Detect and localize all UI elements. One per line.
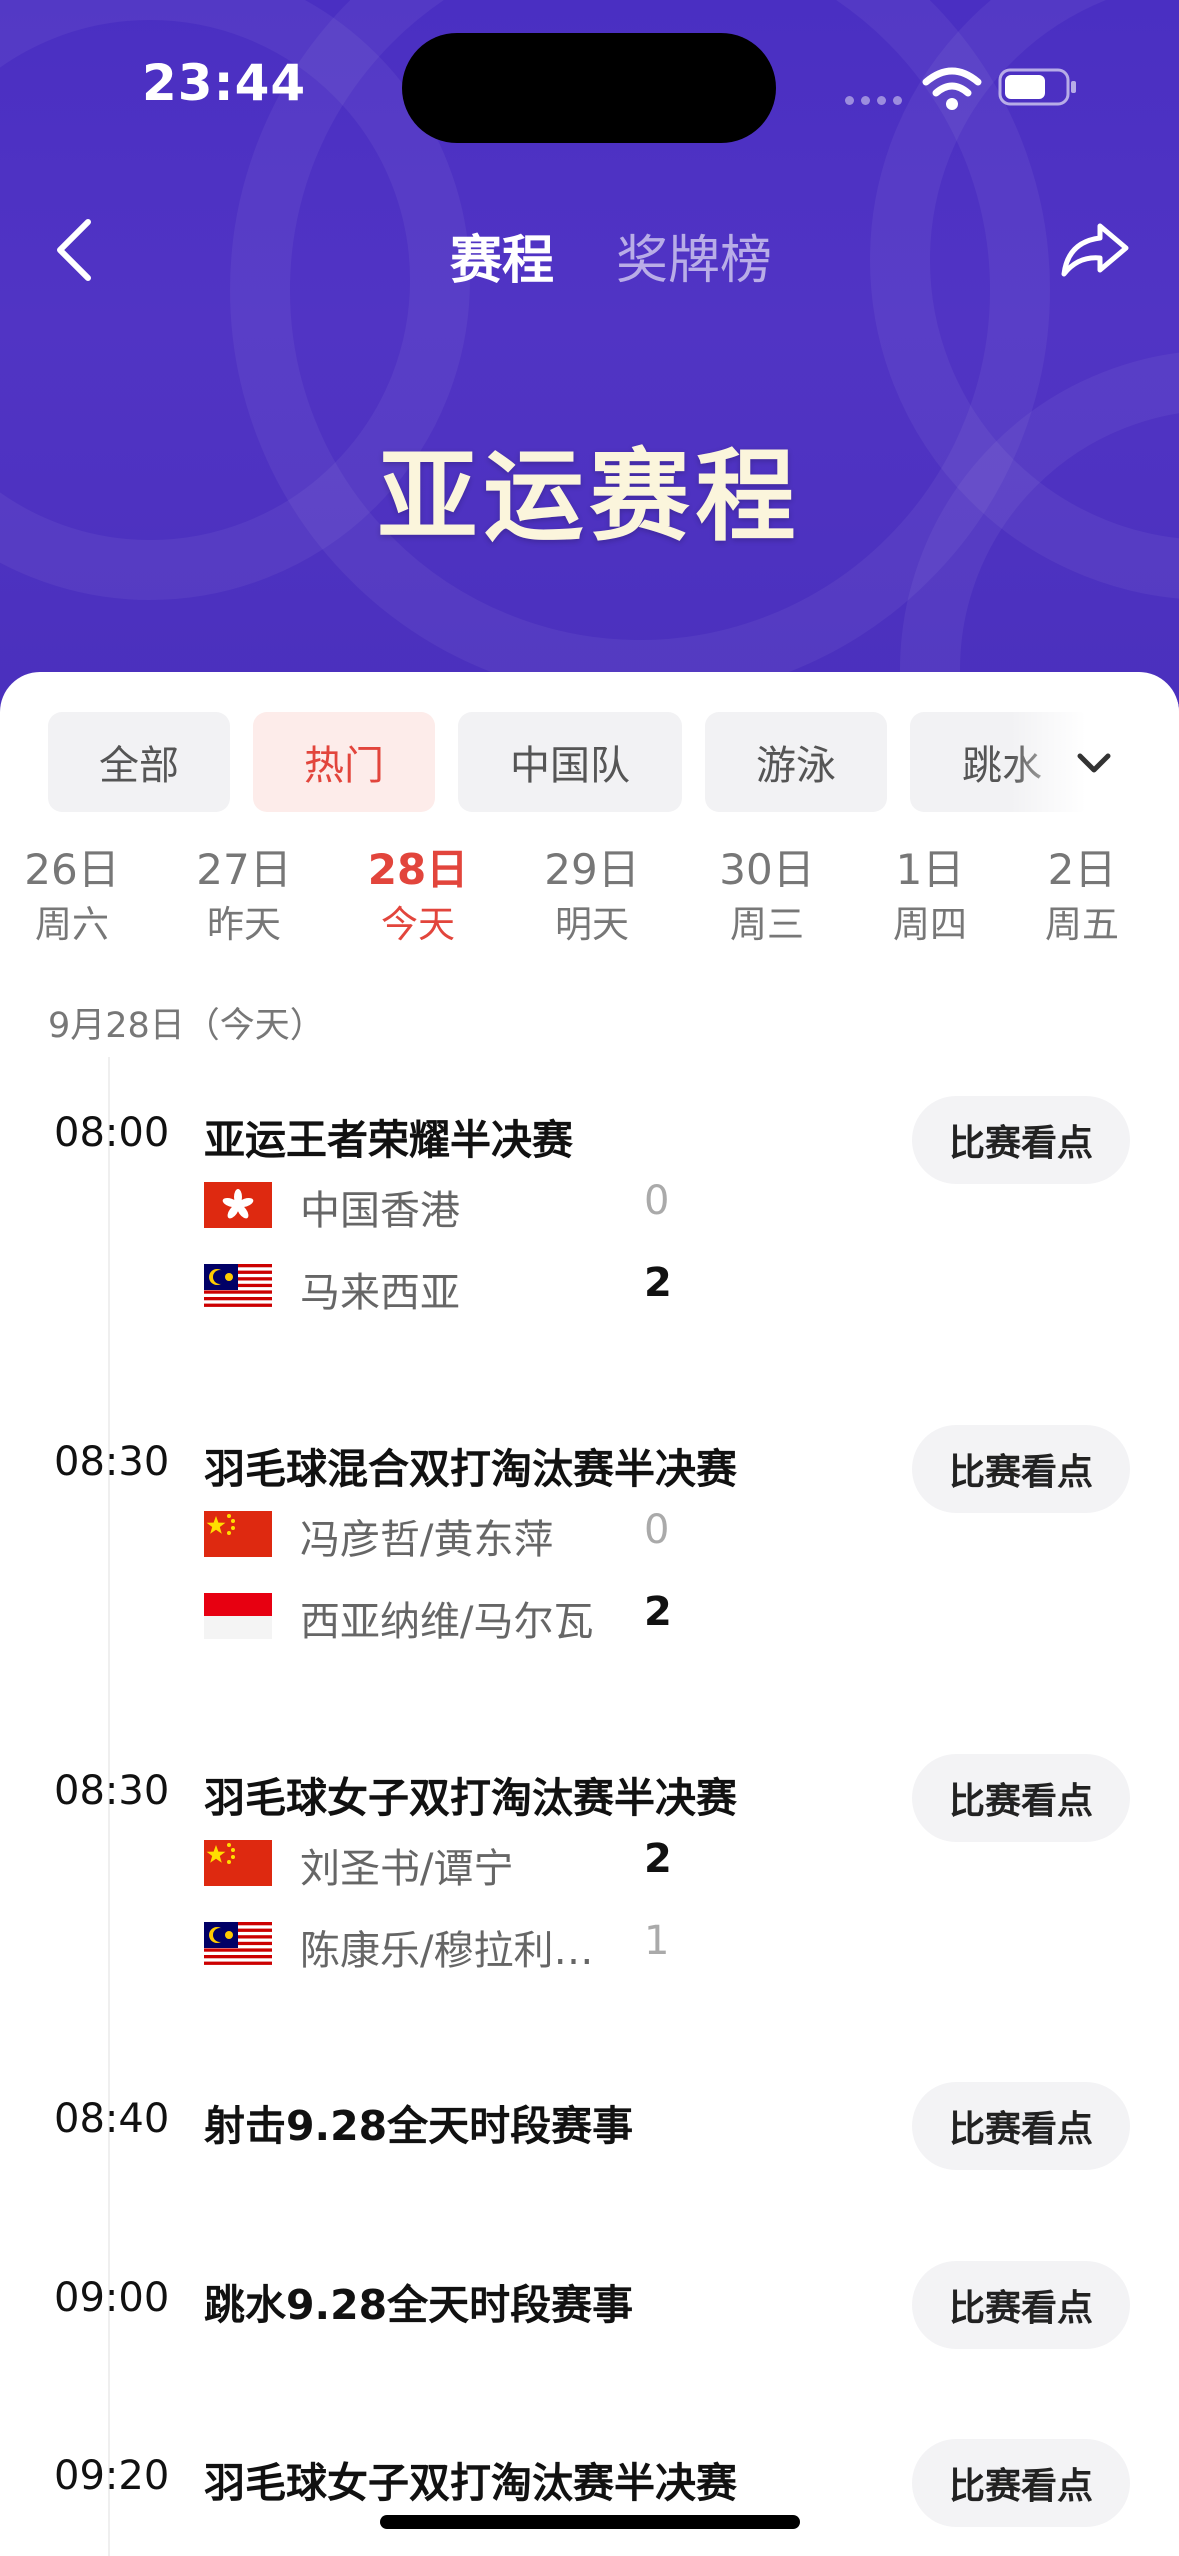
team-row: 马来西亚 2 [204, 1258, 704, 1318]
filter-chip-all[interactable]: 全部 [48, 712, 230, 812]
match-title: 跳水9.28全天时段赛事 [204, 2281, 634, 2329]
match-row[interactable]: 08:30 羽毛球女子双打淘汰赛半决赛 比赛看点 刘圣书/谭宁 2 陈康乐/穆拉… [0, 1754, 1179, 2054]
match-time: 08:30 [54, 1768, 170, 1814]
match-highlights-button[interactable]: 比赛看点 [912, 1425, 1130, 1513]
battery-icon [998, 68, 1076, 106]
date-item[interactable]: 28日今天 [348, 842, 488, 952]
filter-chip-hot[interactable]: 热门 [253, 712, 435, 812]
team-score: 2 [644, 1260, 672, 1306]
match-title: 羽毛球混合双打淘汰赛半决赛 [204, 1445, 737, 1493]
filter-chip-swimming[interactable]: 游泳 [705, 712, 887, 812]
tab-medals[interactable]: 奖牌榜 [616, 218, 772, 293]
team-row: 冯彦哲/黄东萍 0 [204, 1505, 704, 1565]
team-score: 0 [644, 1507, 670, 1553]
wifi-icon [922, 67, 982, 110]
date-day: 26日 [24, 845, 120, 894]
date-item[interactable]: 30日周三 [697, 842, 837, 952]
date-item[interactable]: 27日昨天 [174, 842, 314, 952]
match-row[interactable]: 08:00 亚运王者荣耀半决赛 比赛看点 中国香港 0 马来西亚 2 [0, 1096, 1179, 1396]
date-item[interactable]: 26日周六 [2, 842, 142, 952]
team-name: 马来西亚 [300, 1270, 460, 1316]
signal-icon [845, 96, 902, 105]
date-week: 周四 [893, 903, 967, 946]
match-highlights-button[interactable]: 比赛看点 [912, 2261, 1130, 2349]
date-day: 1日 [895, 845, 965, 894]
match-highlights-button[interactable]: 比赛看点 [912, 1096, 1130, 1184]
match-time: 09:20 [54, 2453, 170, 2499]
indonesia-flag [204, 1593, 272, 1639]
match-highlights-button[interactable]: 比赛看点 [912, 1754, 1130, 1842]
chevron-down-icon[interactable] [1072, 744, 1116, 784]
date-day: 29日 [544, 845, 640, 894]
date-item[interactable]: 2日周五 [1012, 842, 1152, 952]
team-row: 中国香港 0 [204, 1176, 704, 1236]
date-item[interactable]: 29日明天 [522, 842, 662, 952]
date-day: 28日 [367, 845, 469, 894]
match-highlights-button[interactable]: 比赛看点 [912, 2082, 1130, 2170]
team-score: 2 [644, 1589, 672, 1635]
match-title: 羽毛球女子双打淘汰赛半决赛 [204, 1774, 737, 1822]
team-name: 中国香港 [300, 1188, 460, 1234]
team-score: 2 [644, 1836, 672, 1882]
team-score: 1 [644, 1918, 670, 1964]
date-day: 27日 [196, 845, 292, 894]
date-strip: 26日周六 27日昨天 28日今天 29日明天 30日周三 1日周四 2日周五 [0, 842, 1179, 962]
team-score: 0 [644, 1178, 670, 1224]
home-indicator[interactable] [380, 2515, 800, 2529]
date-week: 今天 [381, 903, 455, 946]
malaysia-flag [204, 1264, 272, 1310]
match-row[interactable]: 09:00 跳水9.28全天时段赛事 比赛看点 [0, 2261, 1179, 2361]
team-row: 刘圣书/谭宁 2 [204, 1834, 704, 1894]
date-week: 昨天 [207, 903, 281, 946]
malaysia-flag [204, 1922, 272, 1968]
match-row[interactable]: 08:30 羽毛球混合双打淘汰赛半决赛 比赛看点 冯彦哲/黄东萍 0 西亚纳维/… [0, 1425, 1179, 1725]
schedule-card: 全部 热门 中国队 游泳 跳水 26日 周六 27日 昨天 28日 今天 29日 明天 … [0, 672, 1179, 2556]
match-row[interactable]: 09:20 羽毛球女子双打淘汰赛半决赛 比赛看点 [0, 2439, 1179, 2556]
date-item[interactable]: 1日周四 [860, 842, 1000, 952]
section-date-label: 9月28日（今天） [48, 1006, 325, 1046]
match-time: 08:30 [54, 1439, 170, 1485]
date-week: 周三 [730, 903, 804, 946]
hong-kong-flag [204, 1182, 272, 1228]
back-icon[interactable] [40, 212, 110, 288]
match-title: 射击9.28全天时段赛事 [204, 2102, 634, 2150]
date-week: 明天 [555, 903, 629, 946]
match-title: 亚运王者荣耀半决赛 [204, 1116, 573, 1164]
team-name: 刘圣书/谭宁 [300, 1846, 514, 1892]
team-row: 陈康乐/穆拉利… 1 [204, 1916, 704, 1976]
dynamic-island [402, 33, 776, 143]
team-name: 陈康乐/穆拉利… [300, 1928, 594, 1974]
match-title: 羽毛球女子双打淘汰赛半决赛 [204, 2459, 737, 2507]
date-week: 周六 [35, 903, 109, 946]
header-banner: 23:44 赛程 奖牌榜 亚运赛程 [0, 0, 1179, 720]
filter-chip-china[interactable]: 中国队 [458, 712, 682, 812]
date-day: 30日 [719, 845, 815, 894]
share-icon[interactable] [1054, 210, 1134, 290]
match-row[interactable]: 08:40 射击9.28全天时段赛事 比赛看点 [0, 2082, 1179, 2182]
match-highlights-button[interactable]: 比赛看点 [912, 2439, 1130, 2527]
team-row: 西亚纳维/马尔瓦 2 [204, 1587, 704, 1647]
match-time: 09:00 [54, 2275, 170, 2321]
tab-schedule[interactable]: 赛程 [450, 218, 554, 293]
status-time: 23:44 [142, 54, 307, 112]
page-title: 亚运赛程 [377, 438, 802, 555]
date-week: 周五 [1045, 903, 1119, 946]
china-flag [204, 1840, 272, 1886]
team-name: 冯彦哲/黄东萍 [300, 1517, 554, 1563]
status-bar: 23:44 [0, 0, 1179, 170]
top-nav: 赛程 奖牌榜 [0, 200, 1179, 300]
match-time: 08:00 [54, 1110, 170, 1156]
china-flag [204, 1511, 272, 1557]
match-time: 08:40 [54, 2096, 170, 2142]
date-day: 2日 [1047, 845, 1117, 894]
team-name: 西亚纳维/马尔瓦 [300, 1599, 594, 1645]
